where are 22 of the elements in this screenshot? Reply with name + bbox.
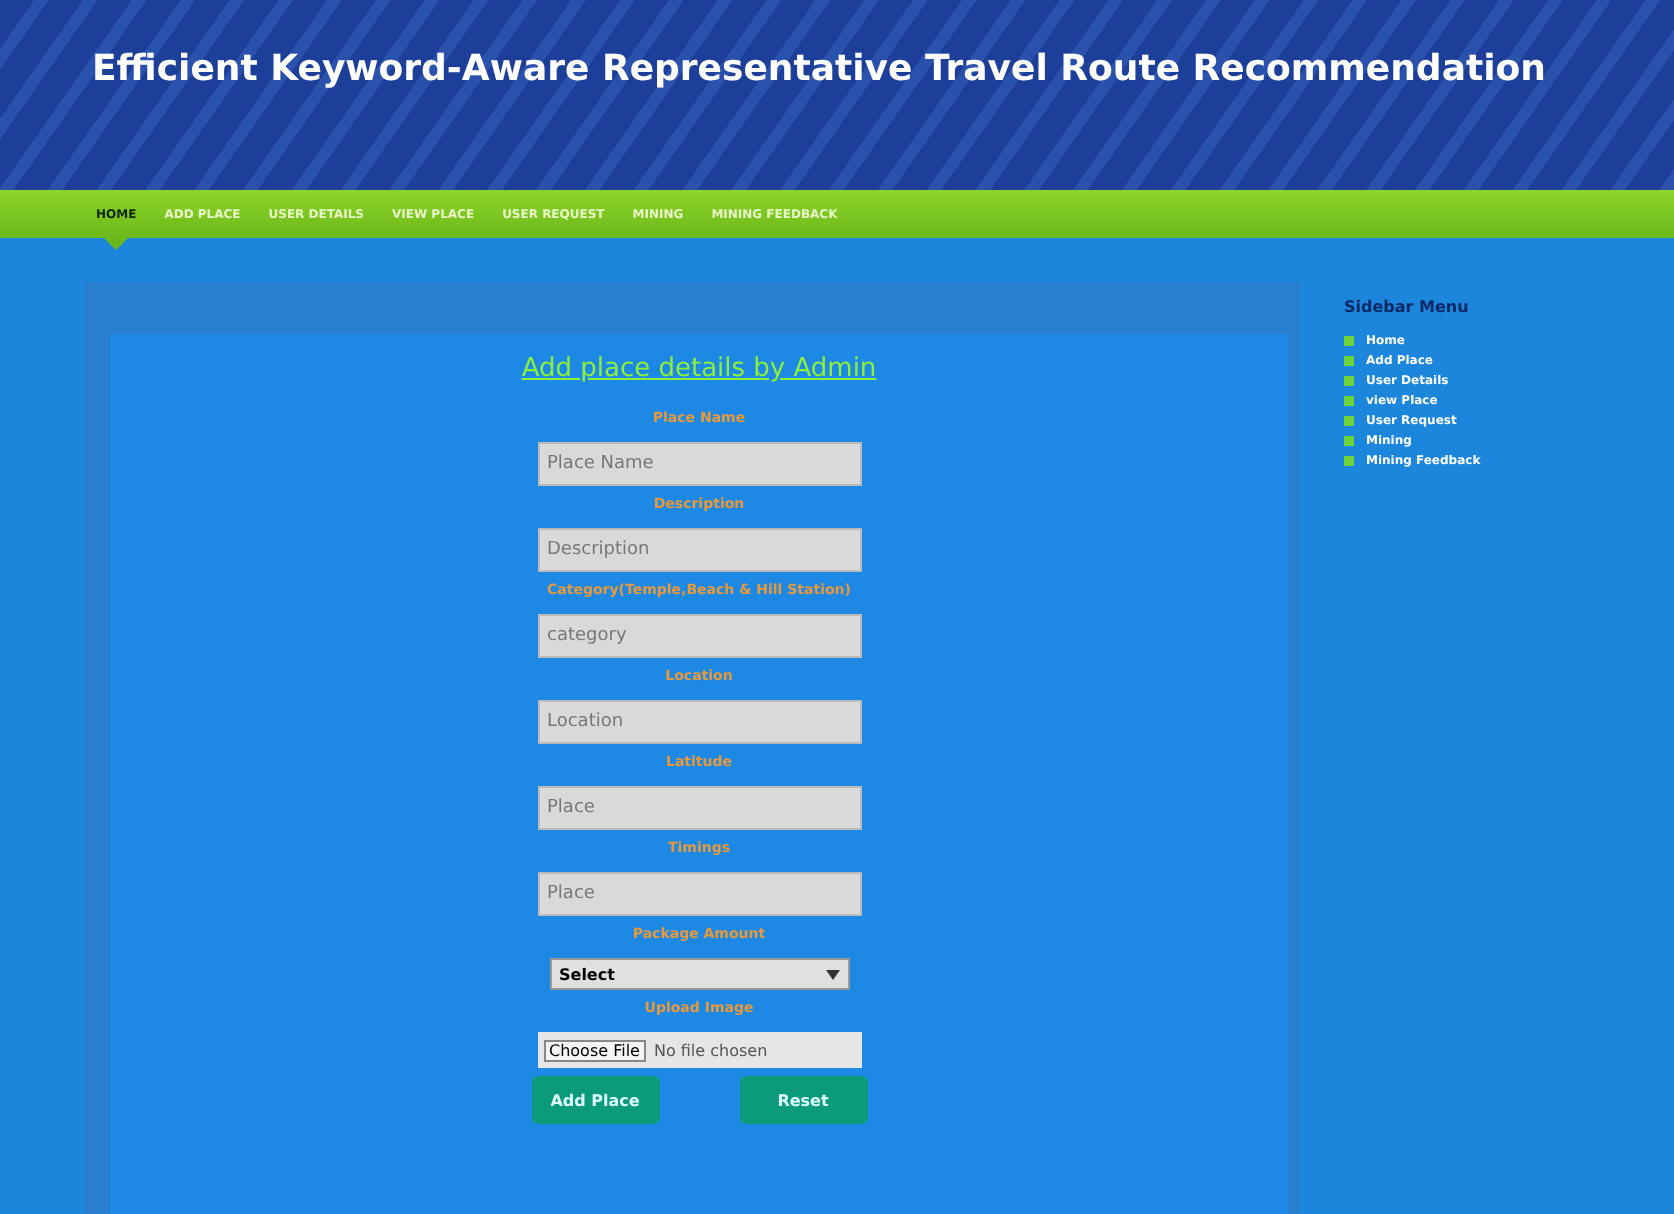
form-button[interactable]: Add Place — [531, 1076, 659, 1124]
bullet-icon — [1344, 436, 1354, 446]
input-field[interactable]: Place — [537, 872, 861, 916]
input-field[interactable]: Location — [537, 700, 861, 744]
dropdown[interactable]: Select — [549, 958, 849, 990]
bullet-icon — [1344, 376, 1354, 386]
input-field[interactable]: Description — [537, 528, 861, 572]
form-heading-link[interactable]: Add place details by Admin — [521, 354, 877, 384]
input-field[interactable]: Place — [537, 786, 861, 830]
input-field[interactable]: category — [537, 614, 861, 658]
caret-icon — [825, 969, 839, 979]
bullet-icon — [1344, 336, 1354, 346]
pointer-icon — [102, 235, 131, 249]
bullet-icon — [1344, 456, 1354, 466]
bullet-icon — [1344, 396, 1354, 406]
input-field[interactable]: Place Name — [537, 442, 861, 486]
file-input[interactable]: Choose File No file chosen — [537, 1032, 861, 1068]
bullet-icon — [1344, 416, 1354, 426]
bullet-icon — [1344, 356, 1354, 366]
site-title: Efficient Keyword-Aware Representative Travel Route Recommendation — [92, 48, 1546, 90]
form-button[interactable]: Reset — [739, 1076, 867, 1124]
sidebar-title: Sidebar Menu — [1344, 298, 1471, 316]
